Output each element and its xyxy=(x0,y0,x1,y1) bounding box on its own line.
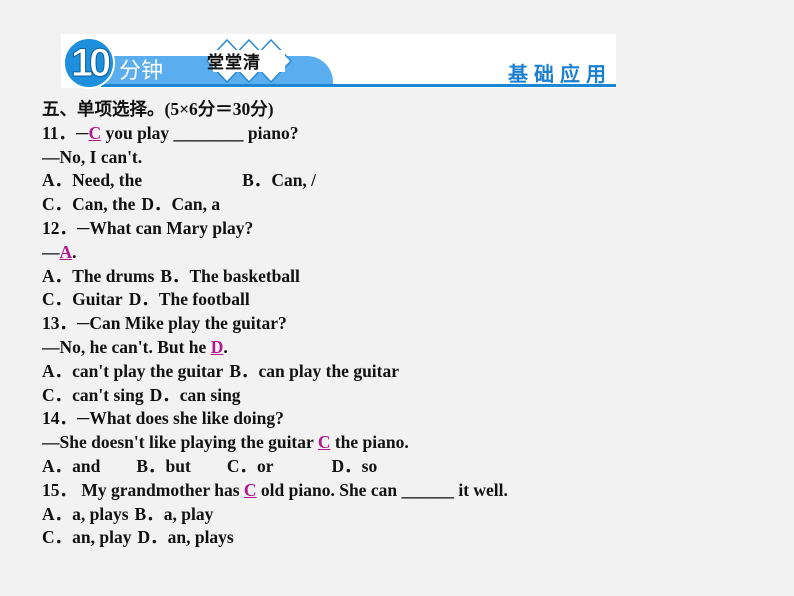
answer-letter: C xyxy=(88,122,102,143)
option-letter: B． xyxy=(242,170,272,191)
question-number: 13． xyxy=(42,313,77,334)
exercise-content: 五、单项选择。(5×6分＝30分) 11．─C you play _______… xyxy=(42,98,762,550)
option-text: a, play xyxy=(163,503,214,524)
option-letter: D． xyxy=(141,194,172,215)
option-text: Can, a xyxy=(171,194,221,215)
question-number: 11． xyxy=(42,122,77,143)
option-letter: B． xyxy=(134,503,164,524)
question-15: 15． My grandmother has C old piano. She … xyxy=(42,479,762,503)
reply-text: the piano. xyxy=(330,432,409,453)
option-letter: C． xyxy=(226,455,257,476)
option-letter: A． xyxy=(42,503,73,524)
question-reply: —She doesn't like playing the guitar C t… xyxy=(42,431,762,455)
option-text: but xyxy=(165,455,191,476)
option-text: The drums xyxy=(72,265,155,286)
option-text: Can, / xyxy=(271,170,317,191)
ten-minutes-badge: 10 xyxy=(63,37,115,89)
option-letter: C． xyxy=(42,289,73,310)
option-text: The basketball xyxy=(189,265,300,286)
option-letter: D． xyxy=(331,455,362,476)
question-reply: —No, he can't. But he D. xyxy=(42,336,762,360)
answer-letter: C xyxy=(243,479,257,500)
option-text: can play the guitar xyxy=(258,360,400,381)
question-number: 14． xyxy=(42,408,77,429)
question-13: 13．─Can Mike play the guitar? xyxy=(42,312,762,336)
question-stem: old piano. She can ______ it well. xyxy=(256,479,508,500)
reply-text: —No, he can't. But he xyxy=(42,336,211,357)
question-11: 11．─C you play ________ piano? xyxy=(42,122,762,146)
option-letter: D． xyxy=(128,289,159,310)
section-banner: 10 分钟 堂堂清 基础应用 xyxy=(61,34,616,89)
answer-letter: D xyxy=(210,336,224,357)
question-reply: —A. xyxy=(42,241,762,265)
answer-letter: A xyxy=(59,241,73,262)
option-letter: B． xyxy=(136,455,166,476)
option-letter: C． xyxy=(42,527,73,548)
option-text: Need, the xyxy=(72,170,143,191)
options-row: A．can't play the guitar B．can play the gu… xyxy=(42,360,762,384)
option-text: can't sing xyxy=(72,384,144,405)
question-stem: My grandmother has xyxy=(77,479,244,500)
options-row: A．The drums B．The basketball xyxy=(42,265,762,289)
question-12: 12．─What can Mary play? xyxy=(42,217,762,241)
option-text: an, play xyxy=(72,527,132,548)
minutes-label: 分钟 xyxy=(119,59,164,84)
option-letter: A． xyxy=(42,265,73,286)
option-letter: C． xyxy=(42,194,73,215)
question-number: 15． xyxy=(42,479,77,500)
options-row: C．Guitar D．The football xyxy=(42,288,762,312)
options-row: C．an, play D．an, plays xyxy=(42,526,762,550)
option-text: The football xyxy=(158,289,250,310)
options-row: A．and B．but C．or D．so xyxy=(42,455,762,479)
option-letter: A． xyxy=(42,170,73,191)
option-text: can sing xyxy=(179,384,241,405)
question-stem: ─Can Mike play the guitar? xyxy=(77,313,287,334)
options-row: C．can't sing D．can sing xyxy=(42,384,762,408)
option-text: or xyxy=(256,455,274,476)
option-text: can't play the guitar xyxy=(72,360,224,381)
options-row: C．Can, the D．Can, a xyxy=(42,193,762,217)
question-stem: ─What can Mary play? xyxy=(77,217,254,238)
option-letter: B． xyxy=(229,360,259,381)
option-letter: A． xyxy=(42,360,73,381)
options-row: A．a, plays B．a, play xyxy=(42,503,762,527)
option-letter: B． xyxy=(160,265,190,286)
question-stem: ─What does she like doing? xyxy=(77,408,284,429)
reply-text: —She doesn't like playing the guitar xyxy=(42,432,318,453)
section-label: 基础应用 xyxy=(508,62,612,86)
option-text: Guitar xyxy=(72,289,123,310)
question-14: 14．─What does she like doing? xyxy=(42,407,762,431)
options-row: A．Need, the B．Can, / xyxy=(42,169,762,193)
option-letter: A． xyxy=(42,455,73,476)
section-title: 五、单项选择。(5×6分＝30分) xyxy=(42,99,274,119)
option-text: so xyxy=(361,455,378,476)
option-text: and xyxy=(72,455,101,476)
option-letter: D． xyxy=(149,384,180,405)
option-text: a, plays xyxy=(72,503,129,524)
option-text: Can, the xyxy=(72,194,136,215)
option-letter: C． xyxy=(42,384,73,405)
reply-text: . xyxy=(72,241,77,262)
option-text: an, plays xyxy=(167,527,234,548)
answer-letter: C xyxy=(317,432,331,453)
reply-text: — xyxy=(42,241,60,262)
question-reply: —No, I can't. xyxy=(42,146,143,167)
reply-text: . xyxy=(223,336,228,357)
question-stem: ─ xyxy=(76,122,89,143)
question-stem: you play ________ piano? xyxy=(101,122,299,143)
badge-label: 堂堂清 xyxy=(207,53,261,73)
question-number: 12． xyxy=(42,217,77,238)
option-letter: D． xyxy=(137,527,168,548)
